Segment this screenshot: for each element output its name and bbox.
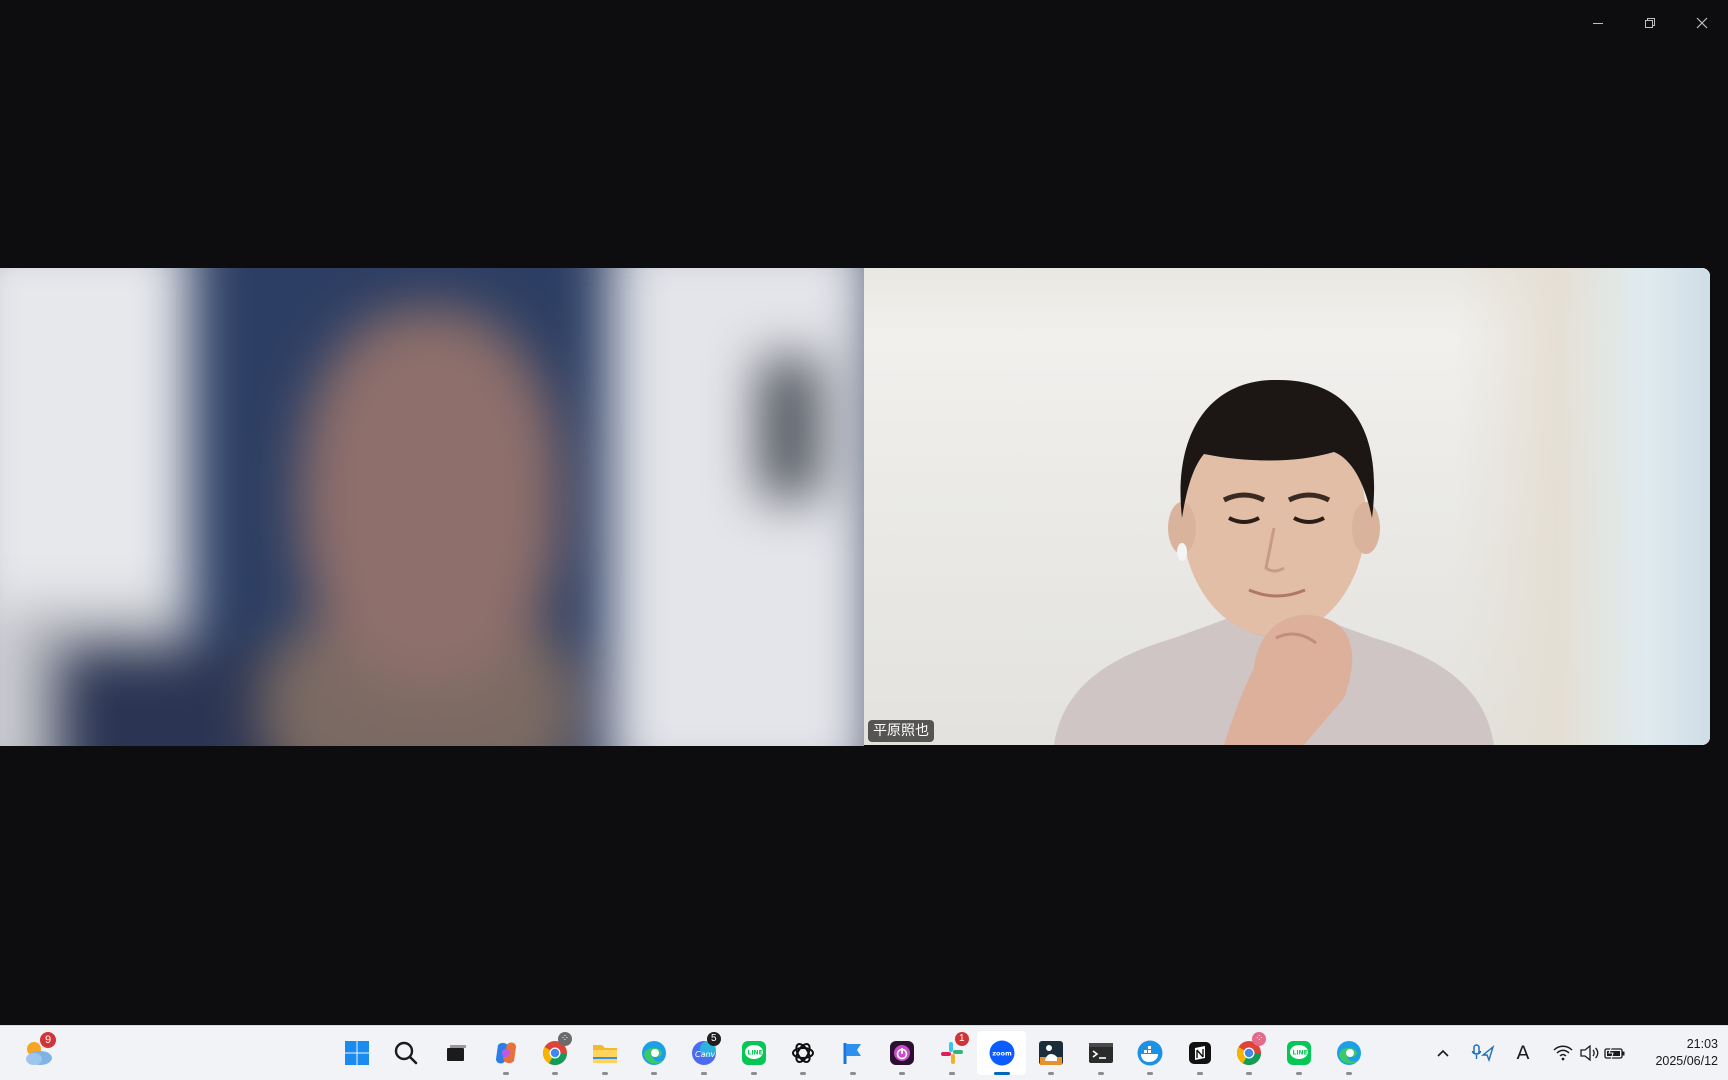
slack-notification-badge: 1 xyxy=(954,1032,969,1046)
file-explorer-app[interactable] xyxy=(580,1031,630,1075)
line-icon: LINE xyxy=(1287,1041,1312,1065)
power-app[interactable] xyxy=(878,1031,928,1075)
participant-name-label: 平原照也 xyxy=(868,720,934,742)
microphone-location-status[interactable] xyxy=(1470,1038,1496,1068)
participant-video-tile-self[interactable]: 平原照也 xyxy=(864,268,1710,745)
flag-icon xyxy=(843,1043,861,1064)
slack-app[interactable]: 1 xyxy=(927,1031,977,1075)
edge-icon xyxy=(1336,1041,1361,1065)
terminal-app[interactable] xyxy=(1076,1031,1126,1075)
svg-text:LINE: LINE xyxy=(747,1050,762,1057)
line-icon: LINE xyxy=(741,1041,766,1065)
blurred-video-feed xyxy=(0,268,864,746)
input-method-indicator[interactable]: A xyxy=(1510,1038,1536,1068)
minimize-icon xyxy=(1593,23,1603,24)
close-button[interactable] xyxy=(1676,0,1728,46)
participant-video-person xyxy=(1054,379,1494,745)
chatgpt-icon xyxy=(792,1042,815,1064)
battery-status[interactable] xyxy=(1602,1038,1628,1068)
minimize-button[interactable] xyxy=(1572,0,1624,46)
window-controls xyxy=(1572,0,1728,46)
taskbar-apps: ⁘ Canva 5 LINE 1 zoom ⁘ LINE xyxy=(332,1031,1373,1075)
chrome-profile-app[interactable]: ⁘ xyxy=(1225,1031,1275,1075)
show-hidden-icons-button[interactable] xyxy=(1430,1038,1456,1068)
canva-app[interactable]: Canva 5 xyxy=(679,1031,729,1075)
chrome-app[interactable]: ⁘ xyxy=(530,1031,580,1075)
clock-time: 21:03 xyxy=(1686,1037,1718,1051)
wifi-status[interactable] xyxy=(1550,1038,1576,1068)
weather-notification-badge: 9 xyxy=(40,1032,56,1048)
kindle-app[interactable] xyxy=(1026,1031,1076,1075)
task-view-icon xyxy=(446,1045,466,1061)
kindle-reader-icon xyxy=(1039,1041,1064,1065)
terminal-icon xyxy=(1088,1043,1113,1063)
notion-app[interactable] xyxy=(1175,1031,1225,1075)
weather-widget[interactable]: 9 xyxy=(18,1032,58,1072)
wifi-icon xyxy=(1553,1045,1573,1061)
volume-control[interactable] xyxy=(1576,1038,1602,1068)
flag-app[interactable] xyxy=(828,1031,878,1075)
edge-icon xyxy=(642,1041,667,1065)
folder-icon xyxy=(592,1045,617,1063)
task-view-button[interactable] xyxy=(431,1031,481,1075)
chevron-up-icon xyxy=(1437,1049,1449,1057)
volume-icon xyxy=(1580,1045,1599,1061)
search-icon xyxy=(395,1041,418,1065)
edge-app[interactable] xyxy=(630,1031,680,1075)
line-app[interactable]: LINE xyxy=(729,1031,779,1075)
zoom-icon: zoom xyxy=(989,1040,1015,1066)
clock[interactable]: 21:03 2025/06/12 xyxy=(1642,1036,1718,1070)
participant-video-tile-blurred[interactable] xyxy=(0,268,864,746)
canva-notification-badge: 5 xyxy=(706,1032,721,1046)
restore-icon xyxy=(1645,18,1655,28)
video-gallery: 平原照也 xyxy=(0,268,1728,746)
power-icon xyxy=(890,1041,915,1065)
notion-icon xyxy=(1188,1042,1211,1064)
search-button[interactable] xyxy=(382,1031,432,1075)
zoom-app[interactable]: zoom xyxy=(976,1031,1027,1075)
svg-text:Canva: Canva xyxy=(695,1050,718,1059)
copilot-icon xyxy=(495,1042,516,1064)
svg-text:LINE: LINE xyxy=(1293,1050,1308,1057)
svg-text:zoom: zoom xyxy=(992,1050,1012,1058)
taskbar: 9 ⁘ Canva 5 LINE 1 zoom ⁘ LINE A 21:03 2… xyxy=(0,1025,1728,1080)
clock-date: 2025/06/12 xyxy=(1655,1054,1718,1068)
microphone-location-icon xyxy=(1471,1044,1495,1063)
edge-app-2[interactable] xyxy=(1324,1031,1374,1075)
start-button[interactable] xyxy=(332,1031,382,1075)
line-app-2[interactable]: LINE xyxy=(1274,1031,1324,1075)
system-tray: A 21:03 2025/06/12 xyxy=(1430,1026,1718,1080)
windows-start-icon xyxy=(344,1041,369,1065)
battery-charging-icon xyxy=(1604,1046,1625,1060)
docker-app[interactable] xyxy=(1126,1031,1176,1075)
copilot-app[interactable] xyxy=(481,1031,531,1075)
close-icon xyxy=(1696,17,1708,29)
chatgpt-app[interactable] xyxy=(778,1031,828,1075)
restore-button[interactable] xyxy=(1624,0,1676,46)
docker-icon xyxy=(1137,1040,1163,1066)
